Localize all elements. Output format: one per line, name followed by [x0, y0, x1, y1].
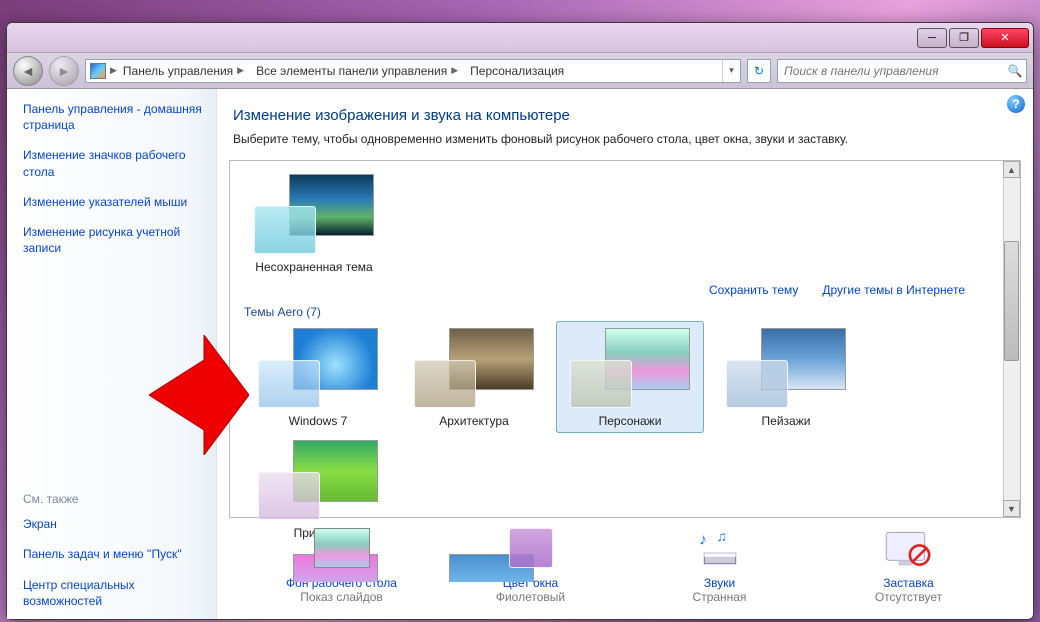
nav-row: ◄ ► ▶ Панель управления ▶ Все элементы п… — [7, 53, 1033, 89]
sidebar-link-account-picture[interactable]: Изменение рисунка учетной записи — [23, 224, 206, 256]
theme-Персонажи[interactable]: Персонажи — [556, 321, 704, 433]
themes-list: Несохраненная тема Сохранить тему Другие… — [229, 160, 1021, 518]
theme-label: Windows 7 — [247, 414, 389, 428]
theme-unsaved[interactable]: Несохраненная тема — [240, 167, 388, 279]
control-panel-icon — [90, 63, 106, 79]
scroll-up[interactable]: ▲ — [1003, 161, 1020, 178]
back-button[interactable]: ◄ — [13, 56, 43, 86]
page-title: Изменение изображения и звука на компьют… — [233, 107, 1017, 124]
glass-thumb — [570, 360, 632, 408]
minimize-button[interactable]: ─ — [917, 28, 947, 48]
aero-themes-row: Windows 7 Архитектура Персонажи Пейзажи — [240, 321, 993, 545]
breadcrumb[interactable]: Все элементы панели управления ▶ — [250, 60, 464, 82]
save-theme-link[interactable]: Сохранить тему — [709, 283, 798, 297]
sounds-icon: ♪♫ — [688, 528, 752, 572]
titlebar: ─ ❐ ✕ — [7, 23, 1033, 53]
sidebar-link-mouse-pointers[interactable]: Изменение указателей мыши — [23, 194, 206, 210]
page-subtitle: Выберите тему, чтобы одновременно измени… — [233, 132, 1017, 146]
theme-label: Персонажи — [559, 414, 701, 428]
theme-label: Несохраненная тема — [243, 260, 385, 274]
glass-thumb — [254, 206, 316, 254]
sidebar-link-desktop-icons[interactable]: Изменение значков рабочего стола — [23, 147, 206, 179]
search-input[interactable] — [778, 64, 1004, 78]
theme-Пейзажи[interactable]: Пейзажи — [712, 321, 860, 433]
personalization-window: ─ ❐ ✕ ◄ ► ▶ Панель управления ▶ Все элем… — [6, 22, 1034, 620]
svg-text:♫: ♫ — [716, 528, 727, 544]
svg-text:♪: ♪ — [699, 532, 707, 549]
main-panel: ? Изменение изображения и звука на компь… — [217, 89, 1033, 619]
scroll-down[interactable]: ▼ — [1003, 500, 1020, 517]
address-dropdown[interactable]: ▾ — [722, 60, 740, 82]
setting-value: Отсутствует — [829, 590, 989, 604]
theme-label: Архитектура — [403, 414, 545, 428]
forward-button[interactable]: ► — [49, 56, 79, 86]
window-color-icon — [499, 528, 563, 572]
desktop-bg-icon — [310, 528, 374, 572]
setting-value: Странная — [640, 590, 800, 604]
theme-label: Пейзажи — [715, 414, 857, 428]
chevron-right-icon: ▶ — [110, 65, 117, 76]
search-icon: 🔍 — [1004, 64, 1026, 78]
search-box[interactable]: 🔍 — [777, 59, 1027, 83]
see-also-display[interactable]: Экран — [23, 516, 206, 532]
more-themes-online-link[interactable]: Другие темы в Интернете — [822, 283, 965, 297]
address-bar[interactable]: ▶ Панель управления ▶ Все элементы панел… — [85, 59, 741, 83]
glass-thumb — [726, 360, 788, 408]
breadcrumb[interactable]: Персонализация — [464, 60, 570, 82]
screensaver-icon — [877, 528, 941, 572]
see-also-taskbar[interactable]: Панель задач и меню ''Пуск'' — [23, 546, 206, 562]
setting-value: Фиолетовый — [451, 590, 611, 604]
maximize-button[interactable]: ❐ — [949, 28, 979, 48]
aero-section-header: Темы Aero (7) — [244, 305, 993, 319]
close-button[interactable]: ✕ — [981, 28, 1029, 48]
help-icon[interactable]: ? — [1007, 95, 1025, 113]
theme-Архитектура[interactable]: Архитектура — [400, 321, 548, 433]
breadcrumb[interactable]: Панель управления ▶ — [117, 60, 250, 82]
see-also-header: См. также — [23, 492, 206, 506]
see-also-ease-of-access[interactable]: Центр специальных возможностей — [23, 577, 206, 609]
scrollbar[interactable]: ▲ ▼ — [1003, 161, 1020, 517]
glass-thumb — [414, 360, 476, 408]
scroll-thumb[interactable] — [1004, 241, 1019, 361]
theme-Windows 7[interactable]: Windows 7 — [244, 321, 392, 433]
setting-value: Показ слайдов — [262, 590, 422, 604]
refresh-button[interactable]: ↻ — [747, 59, 771, 83]
glass-thumb — [258, 472, 320, 520]
sidebar-see-also: См. также Экран Панель задач и меню ''Пу… — [23, 492, 206, 609]
sidebar-link-home[interactable]: Панель управления - домашняя страница — [23, 101, 206, 133]
sidebar-top: Панель управления - домашняя страница Из… — [23, 101, 206, 270]
glass-thumb — [258, 360, 320, 408]
sidebar: Панель управления - домашняя страница Из… — [7, 89, 217, 619]
